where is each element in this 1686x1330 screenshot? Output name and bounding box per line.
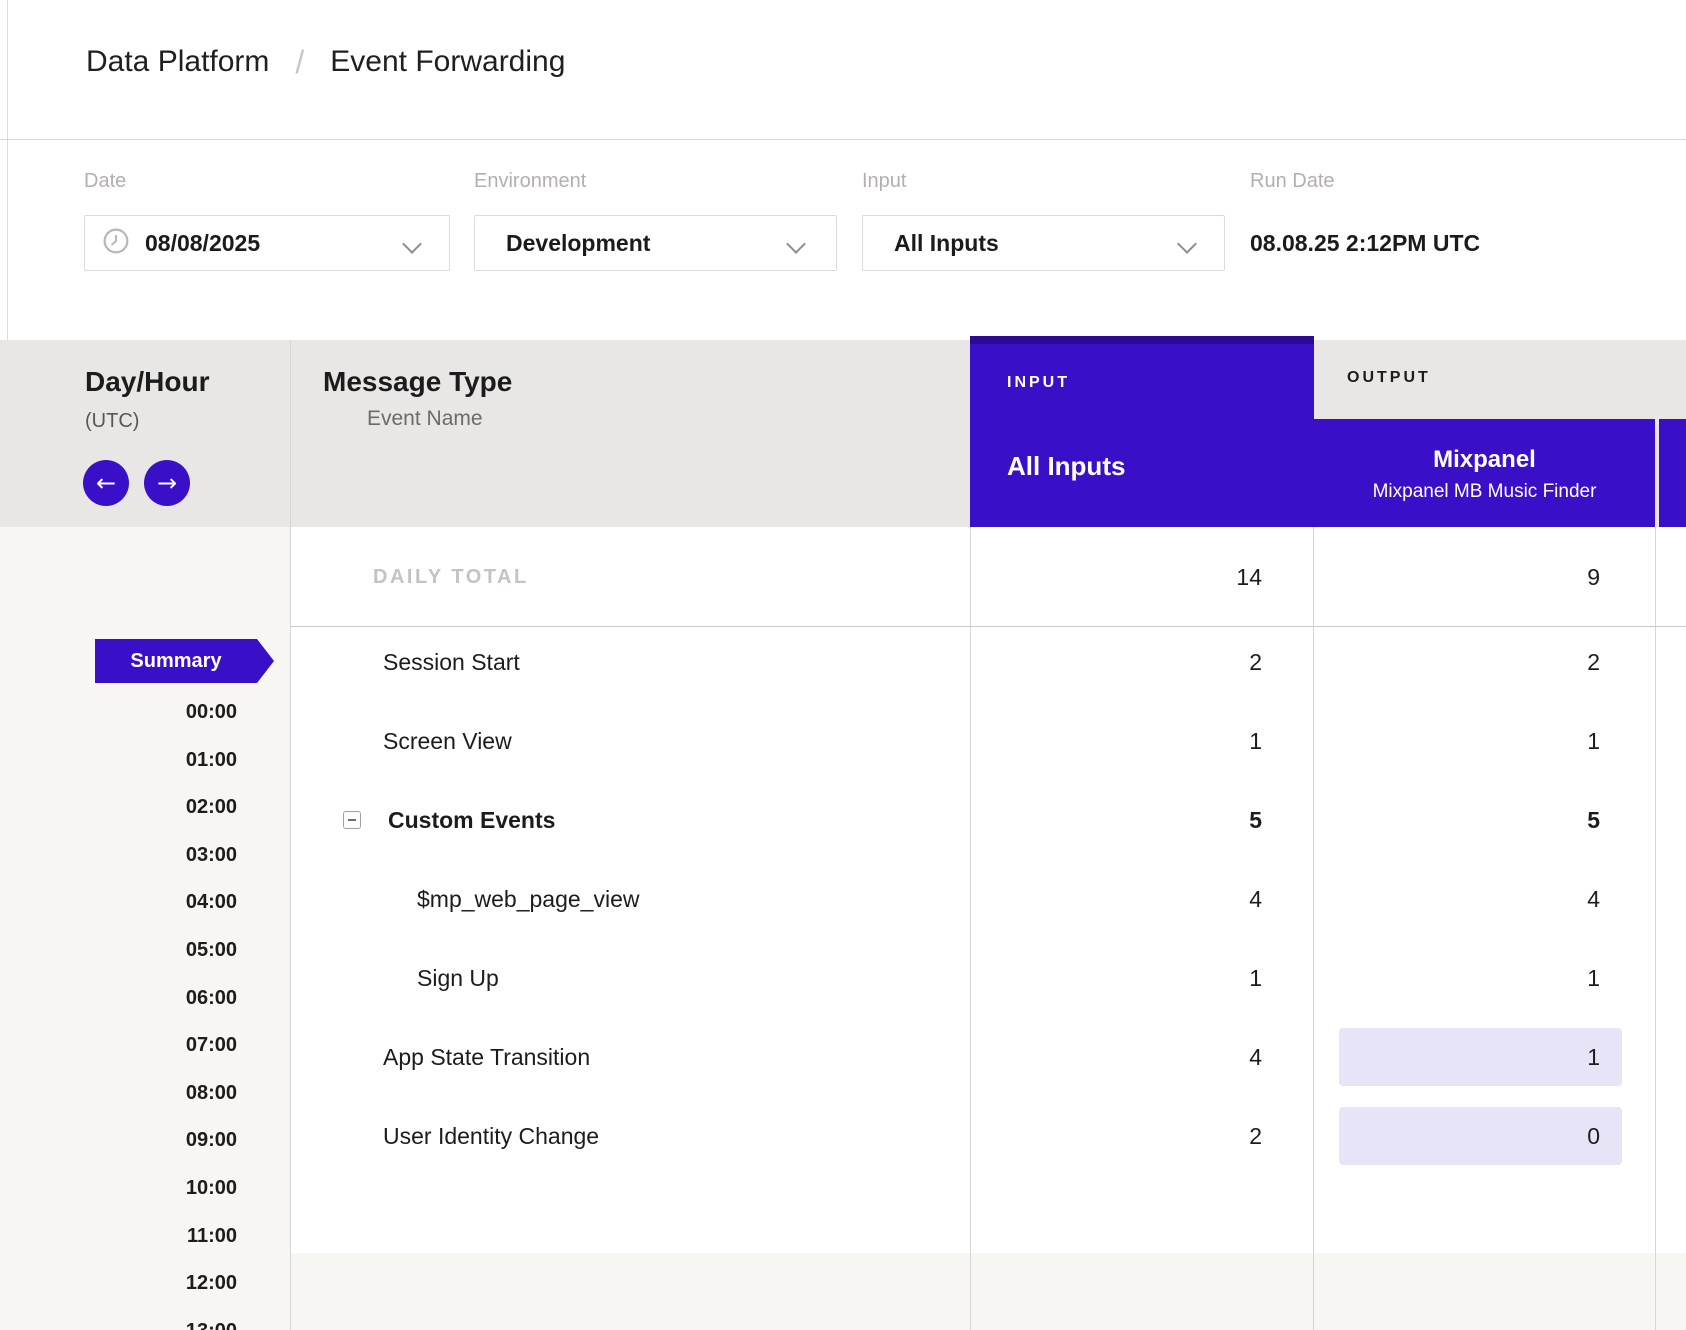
hour-row-label[interactable]: 12:00 xyxy=(0,1270,237,1296)
row-label-user-identity-change: User Identity Change xyxy=(383,1122,599,1150)
daily-total-input-value: 14 xyxy=(970,563,1262,591)
highlighted-output-cell: 0 xyxy=(1339,1107,1622,1165)
hour-row-label[interactable]: 04:00 xyxy=(0,889,237,915)
row-input-value: 1 xyxy=(970,727,1262,755)
environment-value[interactable]: Development xyxy=(506,215,650,271)
row-output-value: 2 xyxy=(1314,648,1600,676)
input-column-name: All Inputs xyxy=(1007,451,1125,482)
breadcrumb-separator: / xyxy=(295,44,304,81)
arrow-right-icon: → xyxy=(157,471,177,495)
day-hour-timezone: (UTC) xyxy=(85,410,139,433)
row-label-mp-web-page-view: $mp_web_page_view xyxy=(417,885,640,913)
daily-total-output-value: 9 xyxy=(1314,563,1600,591)
summary-label: Summary xyxy=(95,639,257,683)
row-label-screen-view: Screen View xyxy=(383,727,512,755)
row-input-value: 1 xyxy=(970,964,1262,992)
row-output-value: 5 xyxy=(1314,806,1600,834)
hour-row-label[interactable]: 06:00 xyxy=(0,985,237,1011)
clock-icon xyxy=(103,228,129,254)
input-value[interactable]: All Inputs xyxy=(894,215,999,271)
date-filter-label: Date xyxy=(84,170,126,193)
input-column-accent xyxy=(970,336,1314,344)
date-dropdown[interactable] xyxy=(84,215,450,271)
event-name-subtitle: Event Name xyxy=(367,407,483,431)
summary-badge-arrow xyxy=(257,639,274,683)
input-filter-label: Input xyxy=(862,170,906,193)
next-output-column-partial xyxy=(1659,419,1686,527)
row-input-value: 2 xyxy=(970,1122,1262,1150)
daily-total-divider xyxy=(290,626,1686,627)
row-input-value: 4 xyxy=(970,885,1262,913)
next-day-button[interactable]: → xyxy=(144,460,190,506)
event-forwarding-page: Data Platform / Event Forwarding Date 08… xyxy=(0,0,1686,1330)
breadcrumb-event-forwarding[interactable]: Event Forwarding xyxy=(330,45,565,79)
hour-row-label[interactable]: 08:00 xyxy=(0,1080,237,1106)
day-hour-column-title: Day/Hour xyxy=(85,366,209,398)
column-divider xyxy=(290,340,291,1330)
breadcrumb-data-platform[interactable]: Data Platform xyxy=(86,45,269,79)
row-label-app-state-transition: App State Transition xyxy=(383,1043,590,1071)
hour-row-label[interactable]: 10:00 xyxy=(0,1175,237,1201)
daily-total-label: DAILY TOTAL xyxy=(373,563,529,591)
run-date-value: 08.08.25 2:12PM UTC xyxy=(1250,215,1480,271)
row-input-value: 4 xyxy=(970,1043,1262,1071)
date-value[interactable]: 08/08/2025 xyxy=(145,215,260,271)
row-output-value: 1 xyxy=(1314,964,1600,992)
row-output-value: 0 xyxy=(1587,1107,1600,1165)
row-output-value: 1 xyxy=(1587,1028,1600,1086)
row-output-value: 1 xyxy=(1314,727,1600,755)
input-section-label: INPUT xyxy=(1007,374,1070,392)
collapse-icon[interactable] xyxy=(343,811,361,829)
hour-row-label[interactable]: 00:00 xyxy=(0,699,237,725)
message-type-column-title: Message Type xyxy=(323,366,512,398)
row-input-value: 2 xyxy=(970,648,1262,676)
previous-day-button[interactable]: ← xyxy=(83,460,129,506)
input-column-header[interactable]: INPUT All Inputs xyxy=(970,336,1314,527)
mixpanel-column-subtitle: Mixpanel MB Music Finder xyxy=(1314,481,1655,503)
hour-row-label[interactable]: 03:00 xyxy=(0,842,237,868)
table-footer-band xyxy=(290,1253,1686,1330)
run-date-label: Run Date xyxy=(1250,170,1335,193)
hour-row-label[interactable]: 01:00 xyxy=(0,747,237,773)
row-label-session-start: Session Start xyxy=(383,648,520,676)
arrow-left-icon: ← xyxy=(96,471,116,495)
row-output-value: 4 xyxy=(1314,885,1600,913)
hour-row-label[interactable]: 07:00 xyxy=(0,1032,237,1058)
row-label-sign-up: Sign Up xyxy=(417,964,499,992)
environment-filter-label: Environment xyxy=(474,170,586,193)
mixpanel-column-header[interactable]: Mixpanel Mixpanel MB Music Finder xyxy=(1314,419,1655,527)
header-divider xyxy=(0,139,1686,140)
column-divider xyxy=(1655,527,1656,1330)
hour-row-label[interactable]: 13:00 xyxy=(0,1318,237,1330)
breadcrumb: Data Platform / Event Forwarding xyxy=(86,38,565,86)
hour-row-label[interactable]: 11:00 xyxy=(0,1223,237,1249)
output-section-label: OUTPUT xyxy=(1347,369,1431,387)
hour-row-label[interactable]: 05:00 xyxy=(0,937,237,963)
mixpanel-column-title: Mixpanel xyxy=(1314,446,1655,474)
hour-row-label[interactable]: 02:00 xyxy=(0,794,237,820)
row-input-value: 5 xyxy=(970,806,1262,834)
highlighted-output-cell: 1 xyxy=(1339,1028,1622,1086)
hour-row-label[interactable]: 09:00 xyxy=(0,1127,237,1153)
row-label-custom-events: Custom Events xyxy=(388,806,555,834)
